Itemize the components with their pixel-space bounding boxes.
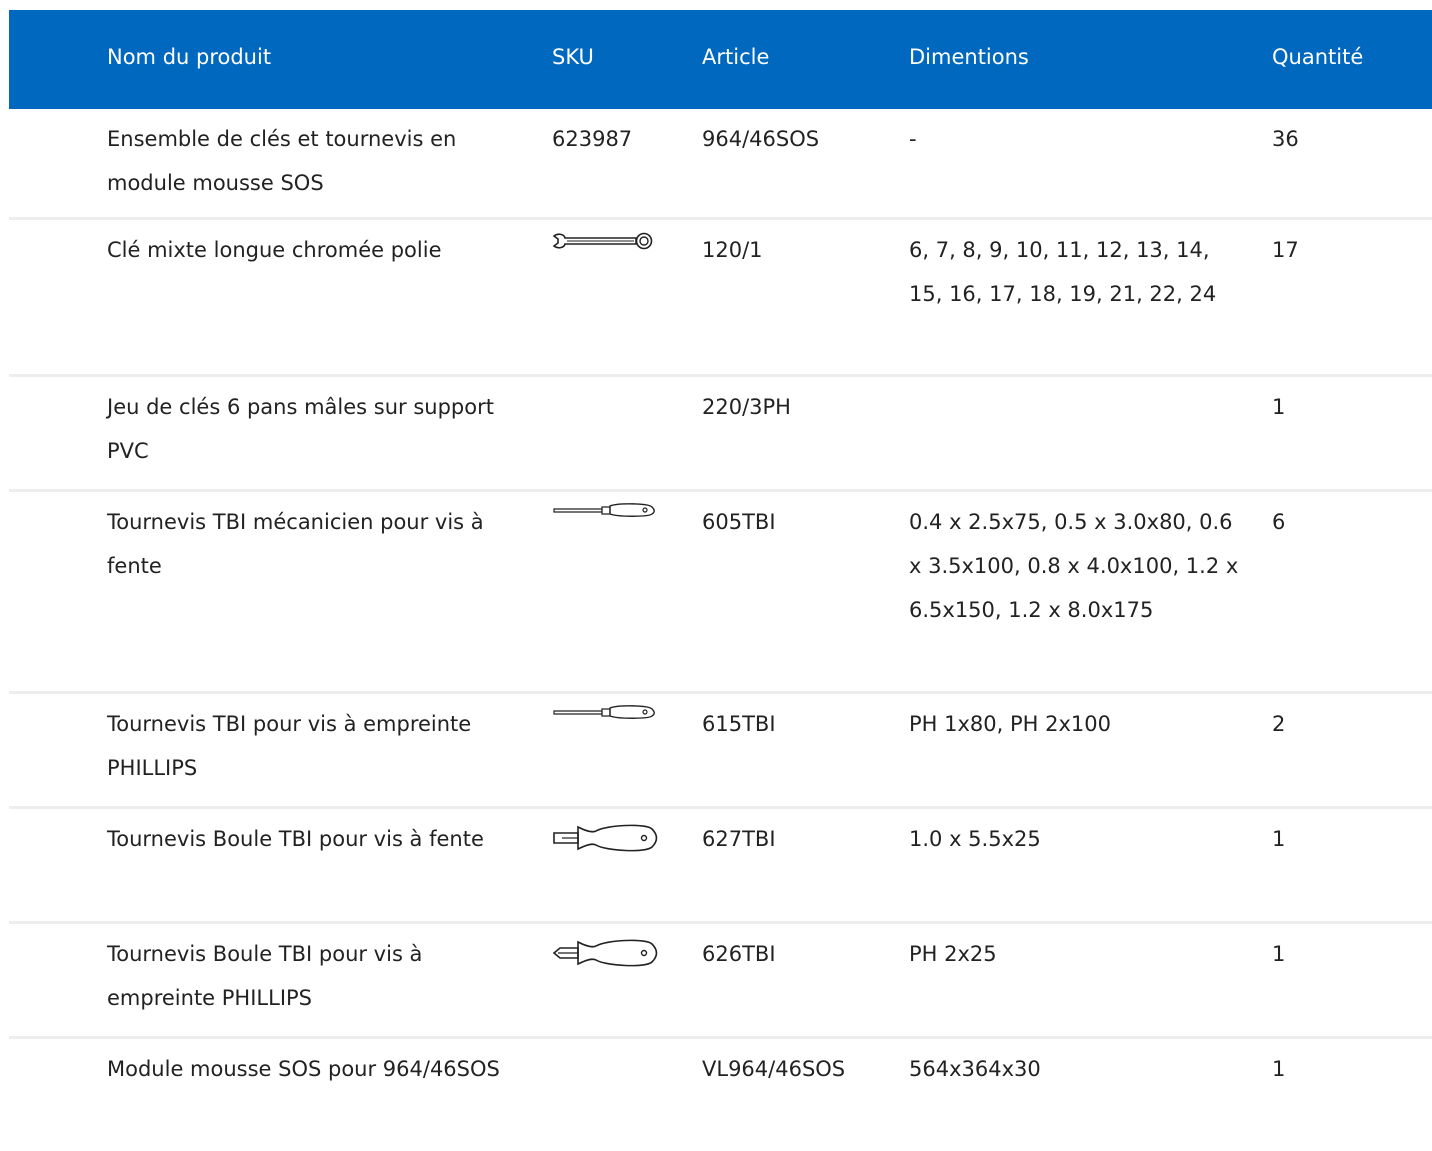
table-row: Ensemble de clés et tournevis en module …	[9, 109, 1432, 220]
product-quantity: 36	[1272, 127, 1299, 151]
table-row: Tournevis TBI mécanicien pour vis à fent…	[9, 492, 1432, 694]
header-product-name[interactable]: Nom du produit	[107, 43, 517, 71]
product-article: 627TBI	[702, 827, 776, 851]
product-name: Tournevis TBI pour vis à empreinte PHILL…	[107, 712, 472, 780]
product-dimensions: PH 1x80, PH 2x100	[909, 712, 1111, 736]
table-row: Module mousse SOS pour 964/46SOS VL964/4…	[9, 1039, 1432, 1151]
product-quantity: 17	[1272, 238, 1299, 262]
product-dimensions: PH 2x25	[909, 942, 997, 966]
product-article: 605TBI	[702, 510, 776, 534]
product-quantity: 6	[1272, 510, 1286, 534]
product-dimensions: 0.4 x 2.5x75, 0.5 x 3.0x80, 0.6 x 3.5x10…	[909, 510, 1239, 622]
product-quantity: 1	[1272, 827, 1286, 851]
product-sku: 623987	[552, 127, 633, 151]
combination-wrench-icon	[552, 232, 653, 250]
header-sku[interactable]: SKU	[552, 43, 672, 71]
product-dimensions: 1.0 x 5.5x25	[909, 827, 1041, 851]
table-row: Tournevis TBI pour vis à empreinte PHILL…	[9, 694, 1432, 809]
product-name: Ensemble de clés et tournevis en module …	[107, 127, 457, 195]
product-article: 615TBI	[702, 712, 776, 736]
product-dimensions: 564x364x30	[909, 1057, 1041, 1081]
stubby-phillips-screwdriver-icon	[552, 939, 658, 967]
product-name: Jeu de clés 6 pans mâles sur support PVC	[107, 395, 494, 463]
product-quantity: 1	[1272, 1057, 1286, 1081]
product-article: 120/1	[702, 238, 763, 262]
product-quantity: 1	[1272, 395, 1286, 419]
phillips-screwdriver-icon	[553, 705, 655, 719]
table-row: Tournevis Boule TBI pour vis à fente 627…	[9, 809, 1432, 924]
header-dimensions[interactable]: Dimentions	[909, 43, 1239, 71]
product-name: Clé mixte longue chromée polie	[107, 238, 442, 262]
table-row: Clé mixte longue chromée polie 120/1 6, …	[9, 220, 1432, 377]
product-name: Tournevis Boule TBI pour vis à empreinte…	[107, 942, 423, 1010]
product-name: Tournevis TBI mécanicien pour vis à fent…	[107, 510, 484, 578]
table-header: Nom du produit SKU Article Dimentions Qu…	[9, 10, 1432, 109]
product-name: Tournevis Boule TBI pour vis à fente	[107, 827, 484, 851]
product-article: 626TBI	[702, 942, 776, 966]
stubby-slotted-screwdriver-icon	[553, 824, 658, 852]
table-row: Tournevis Boule TBI pour vis à empreinte…	[9, 924, 1432, 1039]
products-table: Nom du produit SKU Article Dimentions Qu…	[9, 10, 1432, 1151]
header-quantity[interactable]: Quantité	[1272, 43, 1392, 71]
product-quantity: 1	[1272, 942, 1286, 966]
product-dimensions: -	[909, 127, 917, 151]
product-article: 964/46SOS	[702, 127, 820, 151]
product-dimensions: 6, 7, 8, 9, 10, 11, 12, 13, 14, 15, 16, …	[909, 238, 1217, 306]
table-row: Jeu de clés 6 pans mâles sur support PVC…	[9, 377, 1432, 492]
product-article: 220/3PH	[702, 395, 791, 419]
header-article[interactable]: Article	[702, 43, 892, 71]
product-quantity: 2	[1272, 712, 1286, 736]
product-article: VL964/46SOS	[702, 1057, 846, 1081]
product-name: Module mousse SOS pour 964/46SOS	[107, 1057, 500, 1081]
slotted-screwdriver-icon	[553, 503, 655, 517]
